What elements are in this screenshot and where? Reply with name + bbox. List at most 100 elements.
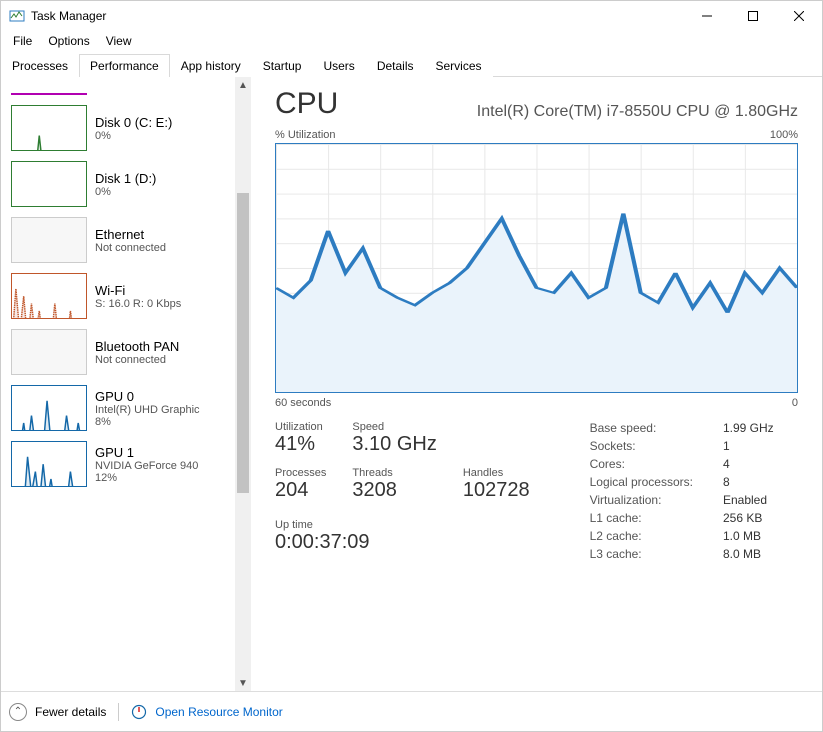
titlebar: Task Manager bbox=[1, 1, 822, 31]
menu-options[interactable]: Options bbox=[40, 32, 97, 50]
detail-label: Virtualization: bbox=[590, 493, 693, 507]
tab-details[interactable]: Details bbox=[366, 54, 425, 77]
detail-value: 1 bbox=[723, 439, 774, 453]
sidebar-thumb bbox=[11, 329, 87, 375]
footer: ⌃ Fewer details Open Resource Monitor bbox=[1, 691, 822, 731]
app-icon bbox=[9, 8, 25, 24]
uptime-value: 0:00:37:09 bbox=[275, 531, 530, 554]
handles-value: 102728 bbox=[463, 479, 530, 502]
sidebar-item-sub: Not connected bbox=[95, 354, 179, 366]
detail-label: Cores: bbox=[590, 457, 693, 471]
menu-file[interactable]: File bbox=[5, 32, 40, 50]
detail-label: L3 cache: bbox=[590, 547, 693, 561]
sidebar-item-text: GPU 1NVIDIA GeForce 94012% bbox=[95, 445, 198, 484]
sidebar-item-sub: 0% bbox=[95, 130, 172, 142]
tabstrip: Processes Performance App history Startu… bbox=[1, 53, 822, 77]
sidebar-item-sub: Not connected bbox=[95, 242, 166, 254]
window-title: Task Manager bbox=[31, 9, 106, 23]
sidebar-thumb bbox=[11, 105, 87, 151]
util-value: 41% bbox=[275, 433, 326, 456]
sidebar-item-sub: Intel(R) UHD Graphic bbox=[95, 404, 200, 416]
speed-label: Speed bbox=[352, 421, 436, 433]
detail-label: Logical processors: bbox=[590, 475, 693, 489]
sidebar-item-title: Bluetooth PAN bbox=[95, 339, 179, 354]
maximize-button[interactable] bbox=[730, 1, 776, 31]
sidebar-thumb bbox=[11, 217, 87, 263]
chevron-up-icon[interactable]: ⌃ bbox=[9, 703, 27, 721]
menubar: File Options View bbox=[1, 31, 822, 51]
minimize-button[interactable] bbox=[684, 1, 730, 31]
sidebar-item-sub: NVIDIA GeForce 940 bbox=[95, 460, 198, 472]
sidebar-item-wifi[interactable]: Wi-FiS: 16.0 R: 0 Kbps bbox=[9, 269, 229, 323]
sidebar-item-bluetooth[interactable]: Bluetooth PANNot connected bbox=[9, 325, 229, 379]
sidebar-item-text: Wi-FiS: 16.0 R: 0 Kbps bbox=[95, 283, 181, 310]
handles-label: Handles bbox=[463, 467, 530, 479]
sidebar-thumb bbox=[11, 385, 87, 431]
sidebar-item-title: Wi-Fi bbox=[95, 283, 181, 298]
sidebar-thumb bbox=[11, 87, 87, 95]
open-resource-monitor-link[interactable]: Open Resource Monitor bbox=[155, 705, 282, 719]
sidebar-list[interactable]: Disk 0 (C: E:)0%Disk 1 (D:)0%EthernetNot… bbox=[1, 77, 235, 691]
cpu-chart bbox=[275, 143, 798, 393]
sidebar-item-title: Disk 1 (D:) bbox=[95, 171, 156, 186]
main-panel: CPU Intel(R) Core(TM) i7-8550U CPU @ 1.8… bbox=[251, 77, 822, 691]
fewer-details-button[interactable]: Fewer details bbox=[35, 705, 106, 719]
sidebar-item-sub2: 8% bbox=[95, 416, 200, 428]
chart-xleft: 60 seconds bbox=[275, 397, 331, 409]
sidebar-item-title: GPU 1 bbox=[95, 445, 198, 460]
chart-ymax: 100% bbox=[770, 129, 798, 141]
sidebar-item-gpu0[interactable]: GPU 0Intel(R) UHD Graphic8% bbox=[9, 381, 229, 435]
sidebar-thumb bbox=[11, 161, 87, 207]
tab-processes[interactable]: Processes bbox=[1, 54, 79, 77]
sidebar-item-text: Bluetooth PANNot connected bbox=[95, 339, 179, 366]
tab-users[interactable]: Users bbox=[312, 54, 365, 77]
tab-startup[interactable]: Startup bbox=[252, 54, 313, 77]
menu-view[interactable]: View bbox=[98, 32, 140, 50]
cpu-details: Base speed:1.99 GHzSockets:1Cores:4Logic… bbox=[590, 421, 774, 561]
speed-value: 3.10 GHz bbox=[352, 433, 436, 456]
chart-xright: 0 bbox=[792, 397, 798, 409]
detail-value: 256 KB bbox=[723, 511, 774, 525]
sidebar-item-sub: 0% bbox=[95, 186, 156, 198]
detail-value: Enabled bbox=[723, 493, 774, 507]
sidebar-thumb bbox=[11, 441, 87, 487]
sidebar-item-disk1[interactable]: Disk 1 (D:)0% bbox=[9, 157, 229, 211]
detail-label: Sockets: bbox=[590, 439, 693, 453]
resource-monitor-icon bbox=[131, 704, 147, 720]
detail-label: L1 cache: bbox=[590, 511, 693, 525]
detail-label: Base speed: bbox=[590, 421, 693, 435]
uptime-label: Up time bbox=[275, 519, 530, 531]
cpu-model: Intel(R) Core(TM) i7-8550U CPU @ 1.80GHz bbox=[477, 103, 798, 121]
tab-services[interactable]: Services bbox=[425, 54, 493, 77]
sidebar-item-text: Disk 1 (D:)0% bbox=[95, 171, 156, 198]
sidebar-item-gpu1[interactable]: GPU 1NVIDIA GeForce 94012% bbox=[9, 437, 229, 491]
sidebar-thumb bbox=[11, 273, 87, 319]
sidebar-item-sub2: 12% bbox=[95, 472, 198, 484]
close-button[interactable] bbox=[776, 1, 822, 31]
sidebar-scrollbar[interactable]: ▲ ▼ bbox=[235, 77, 251, 691]
tab-app-history[interactable]: App history bbox=[170, 54, 252, 77]
sidebar-item-title: GPU 0 bbox=[95, 389, 200, 404]
footer-divider bbox=[118, 703, 119, 721]
scroll-down-icon[interactable]: ▼ bbox=[238, 675, 248, 691]
detail-value: 8.0 MB bbox=[723, 547, 774, 561]
sidebar-item-title: Disk 0 (C: E:) bbox=[95, 115, 172, 130]
sidebar-item-sub: S: 16.0 R: 0 Kbps bbox=[95, 298, 181, 310]
scroll-thumb[interactable] bbox=[237, 193, 249, 493]
threads-label: Threads bbox=[352, 467, 436, 479]
tab-performance[interactable]: Performance bbox=[79, 54, 170, 77]
detail-value: 1.0 MB bbox=[723, 529, 774, 543]
sidebar-item-purple-top[interactable] bbox=[9, 83, 229, 99]
sidebar-item-disk0[interactable]: Disk 0 (C: E:)0% bbox=[9, 101, 229, 155]
scroll-track[interactable] bbox=[235, 93, 251, 675]
sidebar: Disk 0 (C: E:)0%Disk 1 (D:)0%EthernetNot… bbox=[1, 77, 251, 691]
sidebar-item-title: Ethernet bbox=[95, 227, 166, 242]
page-title: CPU bbox=[275, 87, 338, 121]
procs-label: Processes bbox=[275, 467, 326, 479]
detail-value: 8 bbox=[723, 475, 774, 489]
scroll-up-icon[interactable]: ▲ bbox=[238, 77, 248, 93]
sidebar-item-text: EthernetNot connected bbox=[95, 227, 166, 254]
util-label: Utilization bbox=[275, 421, 326, 433]
sidebar-item-text: Disk 0 (C: E:)0% bbox=[95, 115, 172, 142]
sidebar-item-ethernet[interactable]: EthernetNot connected bbox=[9, 213, 229, 267]
